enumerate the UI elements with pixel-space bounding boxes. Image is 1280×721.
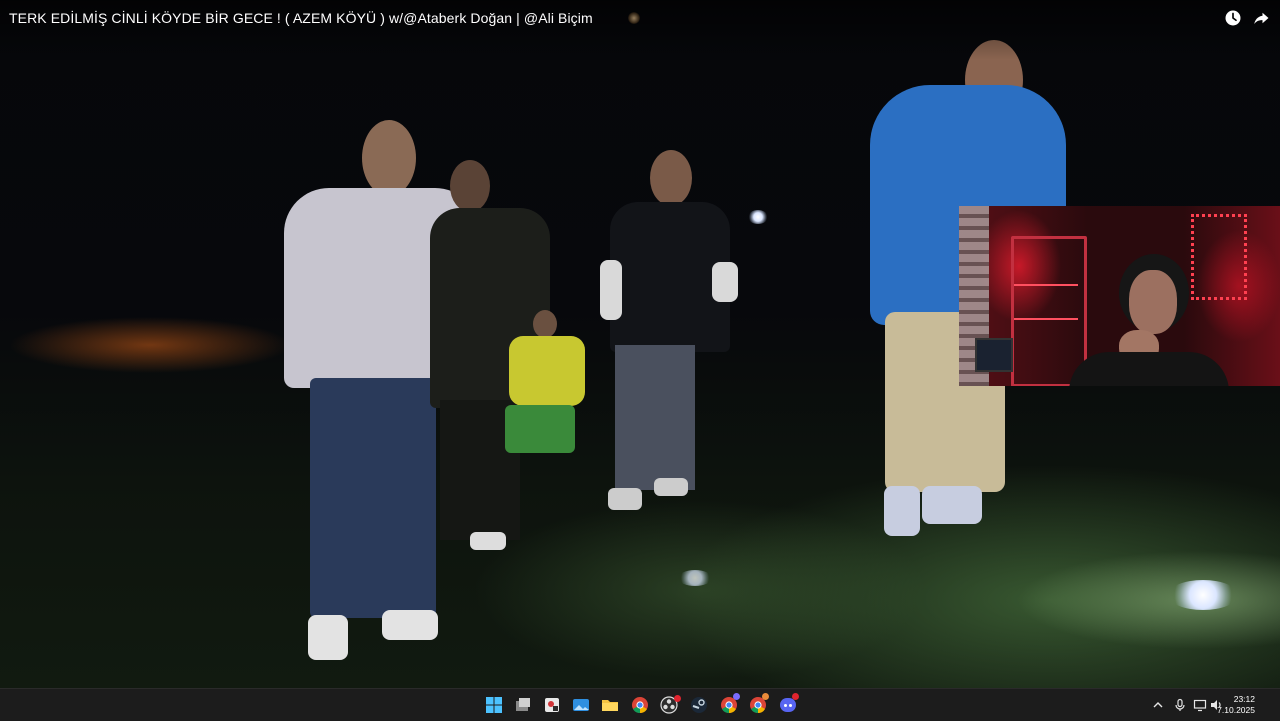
- ground-light-spot: [1168, 580, 1238, 610]
- file-explorer-icon[interactable]: [601, 696, 619, 714]
- person-black-shirt: [600, 150, 740, 515]
- windows-start-icon[interactable]: [485, 696, 503, 714]
- microphone-icon[interactable]: [1173, 698, 1187, 712]
- ground-light-spot: [678, 570, 712, 586]
- windows-taskbar: 23:12 7.10.2025: [0, 688, 1280, 721]
- snipping-tool-icon[interactable]: [543, 696, 561, 714]
- discord-badge: [792, 693, 799, 700]
- video-title[interactable]: TERK EDİLMİŞ CİNLİ KÖYDE BİR GECE ! ( AZ…: [9, 10, 593, 26]
- profile-badge: [733, 693, 740, 700]
- steam-icon[interactable]: [690, 696, 708, 714]
- chevron-up-icon[interactable]: [1151, 698, 1165, 712]
- streamer-shirt: [1069, 352, 1229, 386]
- profile-2-badge: [762, 693, 769, 700]
- video-player[interactable]: TERK EDİLMİŞ CİNLİ KÖYDE BİR GECE ! ( AZ…: [0, 0, 1280, 688]
- distant-light: [748, 210, 768, 224]
- task-view-icon[interactable]: [514, 696, 532, 714]
- chrome-icon[interactable]: [631, 696, 649, 714]
- system-clock[interactable]: 23:12 7.10.2025: [1217, 694, 1255, 716]
- photos-icon[interactable]: [572, 696, 590, 714]
- webcam-wall-frame: [1191, 214, 1247, 300]
- streamer-face: [1129, 270, 1177, 334]
- webcam-shelf: [1011, 236, 1087, 386]
- display-icon[interactable]: [1193, 698, 1207, 712]
- clock-time: 23:12: [1233, 694, 1255, 704]
- clock-date: 7.10.2025: [1217, 705, 1255, 715]
- person-child-yellow: [505, 310, 587, 465]
- notification-badge: [674, 695, 681, 702]
- share-icon[interactable]: [1252, 9, 1270, 27]
- webcam-monitor: [975, 338, 1013, 372]
- video-top-overlay: [0, 0, 1280, 60]
- streamer-webcam: [959, 206, 1280, 386]
- watch-later-icon[interactable]: [1224, 9, 1242, 27]
